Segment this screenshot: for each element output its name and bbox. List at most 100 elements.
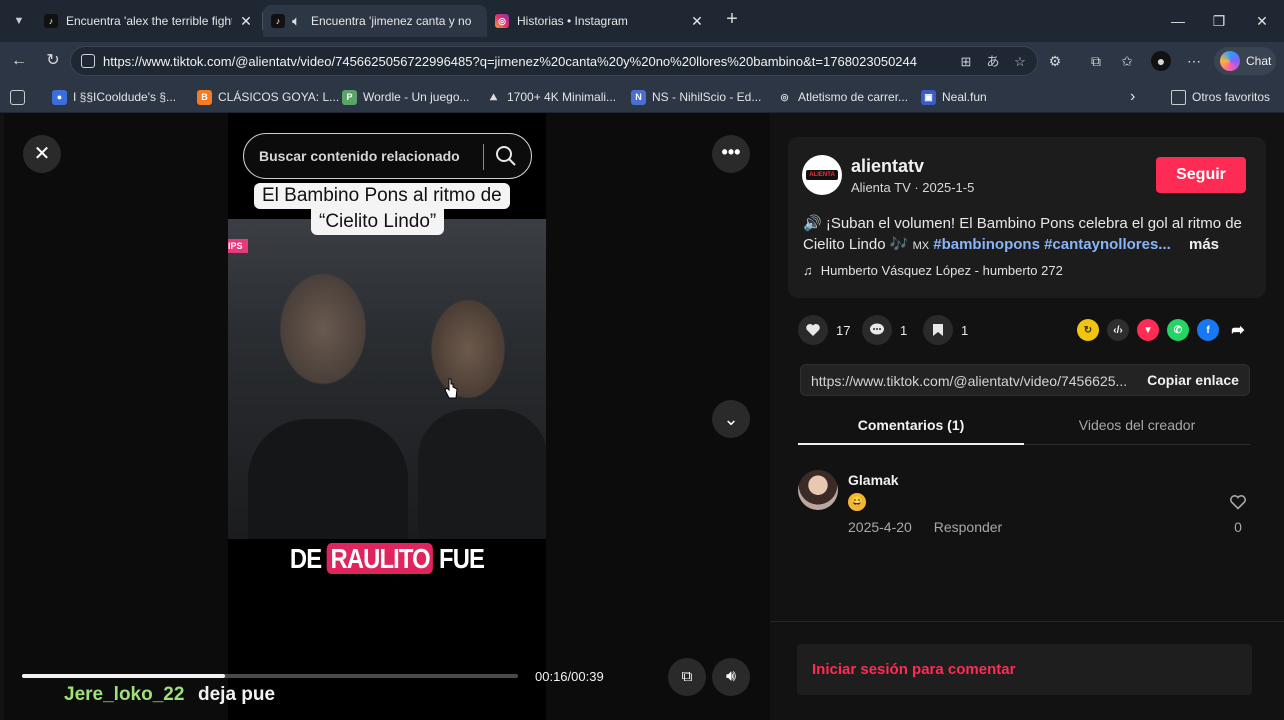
video-person-right xyxy=(418,409,546,539)
creator-username[interactable]: alientatv xyxy=(851,156,924,177)
heart-icon xyxy=(798,315,828,345)
neal-fun-icon: ▣ xyxy=(921,89,936,105)
favorites-icon[interactable]: ✩ xyxy=(1117,51,1137,71)
profile-avatar-icon[interactable]: ● xyxy=(1151,51,1171,71)
tab-strip-toggle-icon[interactable] xyxy=(10,88,31,106)
bookmarks-overflow-chevron-icon[interactable]: › xyxy=(1130,88,1135,106)
search-icon[interactable] xyxy=(495,145,517,167)
follow-button[interactable]: Seguir xyxy=(1156,157,1246,193)
embed-code-icon[interactable]: ‹/› xyxy=(1107,319,1129,341)
reload-icon[interactable]: ↻ xyxy=(42,50,64,72)
other-favorites-folder[interactable]: Otros favoritos xyxy=(1171,88,1270,106)
commenter-name[interactable]: Glamak xyxy=(848,472,899,488)
close-tab-icon[interactable]: ✕ xyxy=(689,13,705,30)
app-available-icon[interactable]: ⊞ xyxy=(957,53,975,71)
restore-window-icon[interactable]: ❐ xyxy=(1207,10,1231,32)
wallpaper-site-icon: ⛰ xyxy=(489,91,498,102)
facebook-icon[interactable]: f xyxy=(1197,319,1219,341)
post-description: 🔊 ¡Suban el volumen! El Bambino Pons cel… xyxy=(803,215,1242,253)
tab-title: Encuentra 'alex the terrible fight' e xyxy=(66,14,232,28)
hand-cursor-icon xyxy=(444,378,458,399)
tiktok-video-page: ✕ IPS El Bambino Pons al ritmo de “Cieli… xyxy=(0,113,1284,720)
next-video-chevron-down-icon[interactable]: ⌄ xyxy=(712,400,750,438)
bookmark-item[interactable]: N NS - NihilScio - Ed... xyxy=(631,88,761,106)
tab-title: Historias • Instagram xyxy=(517,14,628,28)
bookmark-item[interactable]: ⛰ 1700+ 4K Minimali... xyxy=(486,88,616,106)
share-link-text[interactable]: https://www.tiktok.com/@alientatv/video/… xyxy=(811,373,1133,389)
browser-tab-2[interactable]: ♪ 🔈︎ Encuentra 'jimenez canta y no xyxy=(263,5,487,37)
picture-in-picture-icon[interactable]: ⧉ xyxy=(668,658,706,696)
tiktok-icon: ♪ xyxy=(44,14,58,28)
url-text[interactable]: https://www.tiktok.com/@alientatv/video/… xyxy=(103,54,917,69)
split-screen-icon[interactable]: ⧉ xyxy=(1086,51,1106,71)
related-search-placeholder: Buscar contenido relacionado xyxy=(259,148,460,164)
close-window-icon[interactable]: ✕ xyxy=(1250,10,1274,32)
tab-actions-menu-icon[interactable]: ▼ xyxy=(8,10,30,32)
comment-item: Glamak 😄 2025-4-20 Responder 0 xyxy=(798,468,1248,548)
close-tab-icon[interactable]: ✕ xyxy=(238,13,254,30)
site-info-icon[interactable] xyxy=(81,54,95,68)
active-tab-indicator xyxy=(798,443,1024,445)
send-to-friends-icon[interactable]: ▼ xyxy=(1137,319,1159,341)
new-tab-button[interactable]: + xyxy=(720,8,744,32)
more-options-icon[interactable]: ⋯ xyxy=(1184,51,1204,71)
copilot-icon xyxy=(1220,51,1240,71)
more-options-icon[interactable]: ••• xyxy=(712,135,750,173)
video-overlay-text: DE RAULITO FUE xyxy=(289,543,485,574)
video-player[interactable]: IPS El Bambino Pons al ritmo de “Cielito… xyxy=(228,113,546,720)
bookmarks-bar: ● I §§ICooldude's §... B CLÁSICOS GOYA: L.… xyxy=(0,80,1284,113)
back-arrow-icon[interactable]: ← xyxy=(8,50,30,72)
instagram-icon: ◎ xyxy=(495,14,509,28)
more-link[interactable]: más xyxy=(1189,236,1219,253)
bookmark-item[interactable]: ◎ Atletismo de carrer... xyxy=(777,88,908,106)
bookmark-item[interactable]: ● I §§ICooldude's §... xyxy=(52,88,176,106)
share-arrow-icon[interactable]: ➦ xyxy=(1227,319,1249,341)
music-link[interactable]: ♫ Humberto Vásquez López - humberto 272 xyxy=(803,263,1063,278)
extensions-icon[interactable]: ⚙ xyxy=(1045,51,1065,71)
bookmark-item[interactable]: ▣ Neal.fun xyxy=(921,88,987,106)
music-note-icon: ♫ xyxy=(803,263,813,278)
video-caption-line-2: “Cielito Lindo” xyxy=(311,209,445,235)
comment-date: 2025-4-20 xyxy=(848,519,912,535)
whatsapp-icon[interactable]: ✆ xyxy=(1167,319,1189,341)
panel-tabs: Comentarios (1) Videos del creador xyxy=(798,409,1250,445)
repost-icon[interactable]: ↻ xyxy=(1077,319,1099,341)
bookmark-item[interactable]: P Wordle - Un juego... xyxy=(342,88,470,106)
video-progress-bar[interactable] xyxy=(22,674,518,678)
like-button[interactable]: 17 xyxy=(798,315,850,345)
post-hashtags[interactable]: #bambinopons #cantaynollores... xyxy=(933,236,1171,253)
tab-creator-videos[interactable]: Videos del creador xyxy=(1024,417,1250,433)
translate-icon[interactable]: あ xyxy=(984,53,1002,71)
comment-button[interactable]: 1 xyxy=(862,315,907,345)
tab-comments[interactable]: Comentarios (1) xyxy=(798,417,1024,433)
search-divider xyxy=(483,144,484,170)
bookmark-item[interactable]: B CLÁSICOS GOYA: L... xyxy=(197,88,339,106)
creator-avatar[interactable]: ALIENTA xyxy=(802,155,842,195)
copy-link-button[interactable]: Copiar enlace xyxy=(1135,365,1251,395)
post-info-card: ALIENTA alientatv Alienta TV · 2025-1-5 … xyxy=(788,137,1266,298)
copilot-chat-button[interactable]: Chat xyxy=(1214,47,1276,75)
close-video-icon[interactable]: ✕ xyxy=(23,135,61,173)
stream-chat-message: deja pue xyxy=(198,684,276,705)
video-badge: IPS xyxy=(228,239,248,253)
tiktok-icon: ♪ xyxy=(271,14,285,28)
creator-nickname-date: Alienta TV · 2025-1-5 xyxy=(851,180,975,195)
speaker-icon[interactable]: 🔈︎ xyxy=(289,14,303,28)
comment-like-heart-icon[interactable] xyxy=(1228,494,1248,515)
reply-button[interactable]: Responder xyxy=(934,519,1003,535)
related-search-bar[interactable]: Buscar contenido relacionado xyxy=(243,133,532,179)
save-button[interactable]: 1 xyxy=(923,315,968,345)
favorite-star-icon[interactable]: ☆ xyxy=(1011,53,1029,71)
browser-tab-3[interactable]: ◎ Historias • Instagram ✕ xyxy=(487,5,713,37)
blogger-icon: B xyxy=(197,89,212,105)
chat-label: Chat xyxy=(1246,54,1272,68)
comment-count: 1 xyxy=(900,322,908,338)
volume-icon[interactable]: 🔊︎ xyxy=(712,658,750,696)
commenter-avatar[interactable] xyxy=(798,470,838,510)
address-bar[interactable]: https://www.tiktok.com/@alientatv/video/… xyxy=(70,46,1038,76)
browser-tab-1[interactable]: ♪ Encuentra 'alex the terrible fight' e … xyxy=(36,5,262,37)
comment-bubble-icon xyxy=(862,315,892,345)
comment-text: 😄 xyxy=(848,493,866,511)
login-to-comment-button[interactable]: Iniciar sesión para comentar xyxy=(797,644,1252,695)
minimize-window-icon[interactable]: — xyxy=(1166,10,1190,32)
